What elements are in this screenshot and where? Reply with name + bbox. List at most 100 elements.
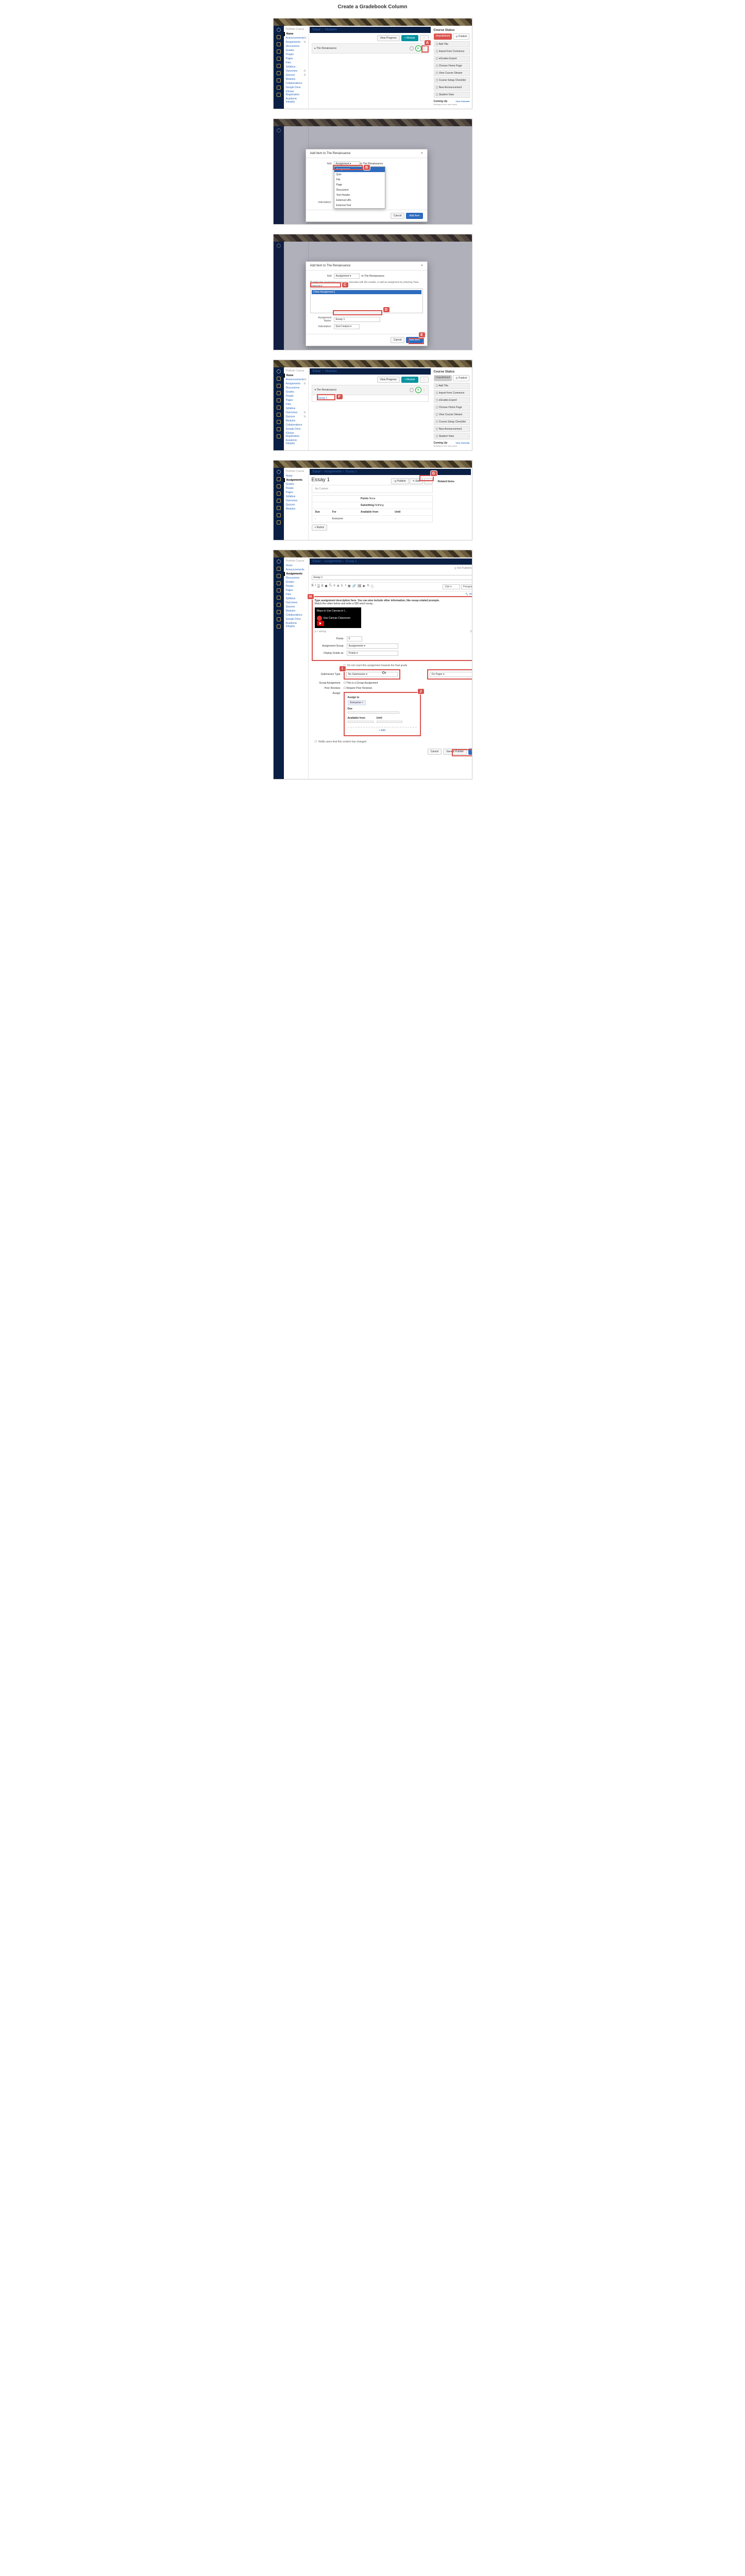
course-action-egrades-export[interactable]: ▢ eGrades Export — [434, 397, 470, 403]
item-type-dropdown[interactable]: Assignment Quiz File Page Discussion Tex… — [334, 166, 385, 209]
save-publish-button[interactable]: Save & Publish — [443, 749, 467, 755]
module-menu-icon[interactable]: ⋮ — [423, 388, 426, 392]
nav-syllabus[interactable]: Syllabus — [286, 495, 306, 499]
calendar-icon[interactable] — [277, 71, 281, 75]
inbox-icon[interactable] — [277, 513, 281, 517]
display-grade-select[interactable]: Points ▾ — [347, 651, 398, 656]
assignment-listbox[interactable]: [ New Assignment ] — [310, 289, 423, 313]
available-from-input[interactable] — [348, 721, 374, 723]
nav-item-modules[interactable]: Modules — [286, 419, 306, 423]
opt-external-tool[interactable]: External Tool — [334, 203, 385, 208]
crumb-course[interactable]: Edual — [313, 560, 320, 563]
para-style-select[interactable]: Paragraph ▾ — [461, 584, 472, 589]
course-action-add-tas[interactable]: ▢ Add TAs — [434, 383, 470, 389]
table-icon[interactable]: ▦ — [348, 584, 351, 589]
nav-discussions[interactable]: Discussions — [286, 576, 306, 580]
admin-icon[interactable] — [277, 384, 281, 388]
align-left-icon[interactable]: ≡ — [333, 584, 335, 589]
opt-discussion[interactable]: Discussion — [334, 188, 385, 193]
help-icon[interactable] — [277, 93, 281, 97]
calendar-icon[interactable] — [277, 413, 281, 417]
crumb-course[interactable]: Edual — [313, 470, 320, 473]
publish-button[interactable]: ◎ Publish — [391, 478, 409, 484]
nav-quizzes[interactable]: Quizzes — [286, 503, 306, 507]
nav-item-iclicker-registration[interactable]: iClicker Registration — [286, 431, 306, 438]
assignment-name-input[interactable]: Essay 1 — [334, 317, 380, 322]
account-icon[interactable] — [277, 567, 281, 571]
view-progress-button[interactable]: View Progress — [377, 377, 400, 383]
crumb-course[interactable]: Edual — [313, 28, 320, 31]
nav-home[interactable]: Home — [284, 32, 306, 36]
publish-toggle-icon[interactable] — [410, 46, 414, 50]
close-icon[interactable]: × — [421, 152, 423, 155]
publish-pill[interactable]: ◎ Publish — [453, 33, 469, 40]
dashboard-icon[interactable] — [277, 492, 281, 496]
course-action-new-announcement[interactable]: ▢ New Announcement — [434, 426, 470, 432]
ul-icon[interactable]: • — [345, 584, 346, 589]
nav-item-files[interactable]: Files — [286, 402, 306, 406]
modules-menu-button[interactable]: ⋮ — [420, 377, 429, 383]
align-center-icon[interactable]: ≣ — [337, 584, 340, 589]
bg-color-icon[interactable]: ◼ — [325, 584, 328, 589]
crumb-essay[interactable]: Essay 1 — [346, 560, 357, 563]
nav-syllabus[interactable]: Syllabus — [286, 597, 306, 601]
course-action-egrades-export[interactable]: ▢ eGrades Export — [434, 56, 470, 62]
nav-academic-integrity[interactable]: Academic Integrity — [286, 621, 306, 629]
module-item-essay[interactable]: Essay 1 — [318, 397, 328, 400]
nav-item-quizzes[interactable]: Quizzes⦰ — [286, 73, 306, 77]
inbox-icon[interactable] — [277, 420, 281, 424]
text-color-icon[interactable]: A̲ — [321, 584, 324, 589]
subtype-select-paper[interactable]: On Paper ▾ — [430, 672, 472, 677]
nav-people[interactable]: People — [286, 486, 306, 490]
modal-cancel-button[interactable]: Cancel — [391, 337, 405, 343]
nav-item-modules[interactable]: Modules — [286, 77, 306, 81]
dashboard-icon[interactable] — [277, 581, 281, 585]
course-action-course-setup-checklist[interactable]: ▢ Course Setup Checklist — [434, 419, 470, 425]
crumb-course[interactable]: Edual — [313, 370, 320, 373]
course-action-import-from-commons[interactable]: ▢ Import from Commons — [434, 390, 470, 396]
account-icon[interactable] — [277, 377, 281, 381]
nav-item-people[interactable]: People — [286, 394, 306, 398]
equation-icon[interactable]: π — [367, 584, 369, 589]
add-module-button[interactable]: + Module — [401, 35, 418, 41]
nav-item-assignments[interactable]: Assignments⦰ — [286, 382, 306, 386]
nav-item-outcomes[interactable]: Outcomes⦰ — [286, 69, 306, 73]
nav-item-collaborations[interactable]: Collaborations — [286, 81, 306, 86]
courses-icon[interactable] — [277, 499, 281, 503]
link-icon[interactable]: 🔗 — [352, 584, 356, 589]
add-module-button[interactable]: + Module — [401, 377, 418, 383]
peer-checkbox[interactable]: ☐ — [344, 687, 346, 690]
admin-icon[interactable] — [277, 574, 281, 578]
nav-item-google-drive[interactable]: Google Drive — [286, 427, 306, 431]
unpublished-pill[interactable]: Unpublished — [434, 375, 452, 381]
course-action-student-view[interactable]: ▢ Student View — [434, 92, 470, 98]
opt-page[interactable]: Page — [334, 182, 385, 188]
nav-gdrive[interactable]: Google Drive — [286, 617, 306, 621]
unpublished-pill[interactable]: Unpublished — [434, 33, 452, 40]
groupassign-checkbox[interactable]: ☐ — [344, 682, 346, 685]
indent-select[interactable]: Don't Indent ▾ — [334, 324, 360, 329]
help-icon[interactable] — [277, 624, 281, 629]
item-type-select[interactable]: Assignment ▾ — [334, 161, 360, 166]
play-icon[interactable] — [317, 621, 324, 626]
opt-quiz[interactable]: Quiz — [334, 172, 385, 177]
course-action-choose-home-page[interactable]: ▢ Choose Home Page — [434, 404, 470, 411]
notify-checkbox[interactable]: ☐ — [315, 740, 317, 743]
nav-grades[interactable]: Grades — [286, 580, 306, 584]
commons-icon[interactable] — [277, 617, 281, 621]
font-size-select[interactable]: 12pt ▾ — [443, 584, 460, 589]
title-input[interactable]: Essay 1 — [312, 575, 472, 580]
course-action-view-course-stream[interactable]: ▢ View Course Stream — [434, 70, 470, 76]
nav-modules[interactable]: Modules — [286, 507, 306, 511]
embed-icon[interactable]: ⓘ — [370, 584, 374, 589]
nav-item-academic-integrity[interactable]: Academic Integrity — [286, 97, 306, 104]
course-action-course-setup-checklist[interactable]: ▢ Course Setup Checklist — [434, 77, 470, 83]
opt-text-header[interactable]: Text Header — [334, 193, 385, 198]
ol-icon[interactable]: 1. — [341, 584, 344, 589]
nav-quizzes[interactable]: Quizzes — [286, 605, 306, 609]
nav-item-syllabus[interactable]: Syllabus — [286, 65, 306, 69]
due-input[interactable] — [348, 711, 399, 714]
module-menu-icon[interactable]: ⋮ — [423, 47, 426, 50]
clear-icon[interactable]: Tₓ — [329, 584, 332, 589]
nav-item-outcomes[interactable]: Outcomes⦰ — [286, 411, 306, 415]
